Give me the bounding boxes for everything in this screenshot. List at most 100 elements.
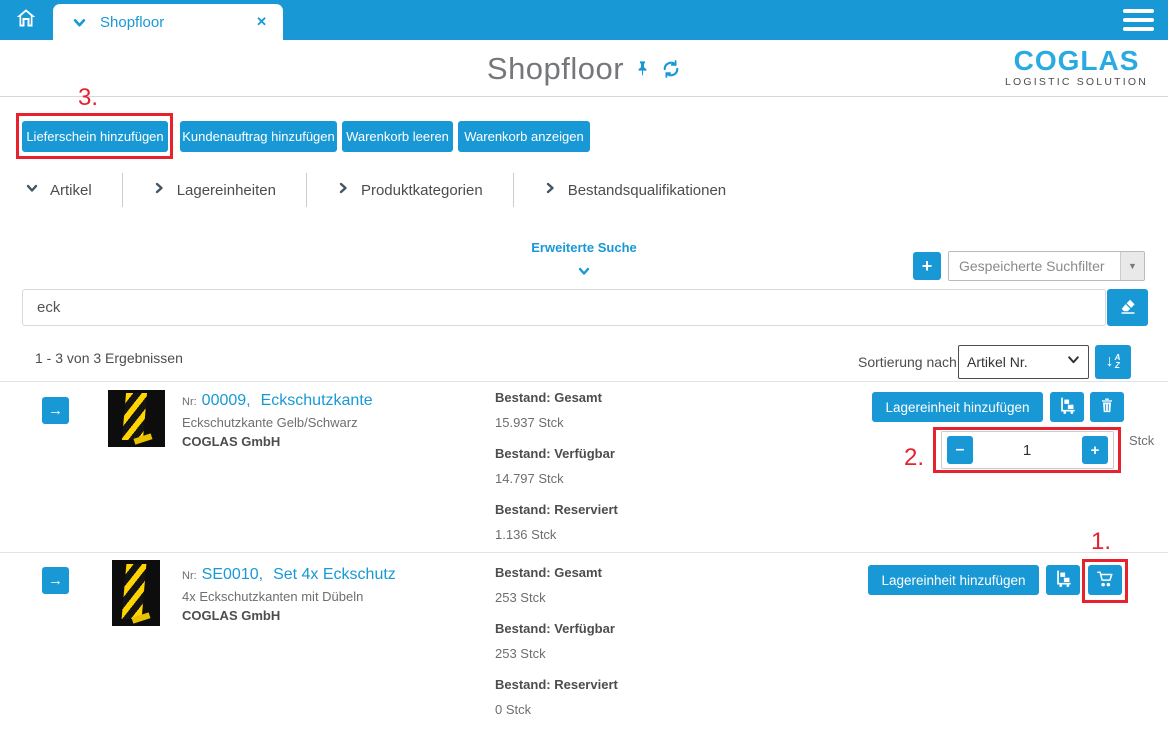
plus-icon: + (1091, 442, 1100, 459)
sort-direction-button[interactable]: ↓AZ (1095, 345, 1131, 379)
dropdown-caret-icon[interactable]: ▼ (1120, 252, 1144, 280)
chevron-down-icon (1067, 353, 1080, 371)
cart-icon (1096, 570, 1114, 591)
add-storage-unit-button[interactable]: Lagereinheit hinzufügen (868, 565, 1039, 595)
stock-value: 14.797 Stck (495, 471, 675, 486)
stock-value: 253 Stck (495, 646, 675, 661)
plus-icon: + (922, 256, 933, 277)
search-input[interactable] (22, 289, 1106, 326)
arrow-right-icon: → (48, 402, 63, 419)
tab-artikel[interactable]: Artikel (22, 181, 122, 199)
trolley-button[interactable] (1046, 565, 1080, 595)
add-customer-order-button[interactable]: Kundenauftrag hinzufügen (180, 121, 337, 152)
article-name-link[interactable]: Eckschutzkante (261, 392, 373, 410)
remove-from-cart-button[interactable] (1090, 392, 1124, 422)
article-info: Nr: 00009, Eckschutzkante Eckschutzkante… (182, 392, 373, 449)
chevron-right-icon (544, 181, 556, 199)
add-delivery-note-button[interactable]: Lieferschein hinzufügen (22, 121, 168, 152)
tab-close-icon[interactable]: ✕ (252, 12, 271, 32)
open-article-button[interactable]: → (42, 567, 69, 594)
stock-label: Bestand: Verfügbar (495, 446, 675, 461)
sort-select[interactable]: Artikel Nr. (958, 345, 1089, 379)
tab-label: Shopfloor (100, 14, 164, 31)
arrow-right-icon: → (48, 572, 63, 589)
tab-produktkategorien[interactable]: Produktkategorien (333, 181, 513, 199)
stock-value: 15.937 Stck (495, 415, 675, 430)
logo-text: COGLAS (1005, 46, 1148, 76)
stock-label: Bestand: Reserviert (495, 502, 675, 517)
article-company: COGLAS GmbH (182, 608, 396, 623)
article-image[interactable] (112, 560, 160, 626)
home-icon (14, 6, 38, 35)
trash-icon (1099, 397, 1115, 417)
quantity-input[interactable] (975, 435, 1079, 465)
stock-label: Bestand: Gesamt (495, 390, 675, 405)
article-number-link[interactable]: 00009, (202, 392, 251, 410)
sort-label: Sortierung nach (858, 354, 957, 370)
results-count: 1 - 3 von 3 Ergebnissen (35, 350, 183, 366)
quantity-decrease-button[interactable]: – (947, 436, 973, 464)
article-company: COGLAS GmbH (182, 434, 373, 449)
trolley-icon (1058, 396, 1077, 418)
clear-cart-button[interactable]: Warenkorb leeren (342, 121, 453, 152)
stock-label: Bestand: Reserviert (495, 677, 675, 692)
section-tabs: Artikel Lagereinheiten Produktkategorien… (22, 173, 756, 207)
annotation-label-1: 1. (1091, 528, 1111, 556)
article-description: 4x Eckschutzkanten mit Dübeln (182, 589, 396, 604)
stock-value: 253 Stck (495, 590, 675, 605)
shopfloor-page: Shopfloor ✕ Shopfloor COGLAS LOGISTIC SO… (0, 0, 1168, 730)
saved-filter-placeholder: Gespeicherte Suchfilter (949, 258, 1120, 274)
pin-icon[interactable] (634, 60, 651, 77)
trolley-icon (1054, 569, 1073, 591)
sort-az-icon: ↓AZ (1106, 354, 1121, 370)
home-button[interactable] (0, 0, 52, 40)
tab-bestandsqualifikationen[interactable]: Bestandsqualifikationen (540, 181, 756, 199)
page-header: Shopfloor COGLAS LOGISTIC SOLUTION (0, 40, 1168, 97)
chevron-down-icon (26, 181, 38, 199)
menu-icon[interactable] (1123, 9, 1154, 31)
unit-label: Stck (1129, 433, 1154, 448)
trolley-button[interactable] (1050, 392, 1084, 422)
tab-chevron-down-icon[interactable] (73, 16, 86, 29)
nr-label: Nr: (182, 570, 197, 582)
sort-value: Artikel Nr. (967, 354, 1067, 370)
article-name-link[interactable]: Set 4x Eckschutz (273, 566, 396, 584)
divider (513, 173, 514, 207)
stock-value: 0 Stck (495, 702, 675, 717)
tab-lagereinheiten[interactable]: Lagereinheiten (149, 181, 306, 199)
coglas-logo: COGLAS LOGISTIC SOLUTION (1005, 46, 1148, 88)
clear-search-button[interactable] (1107, 289, 1148, 326)
add-filter-button[interactable]: + (913, 252, 941, 280)
top-bar: Shopfloor ✕ (0, 0, 1168, 40)
article-description: Eckschutzkante Gelb/Schwarz (182, 415, 373, 430)
page-title: Shopfloor (487, 51, 624, 87)
open-article-button[interactable]: → (42, 397, 69, 424)
eraser-icon (1118, 296, 1138, 319)
add-to-cart-button[interactable] (1088, 565, 1122, 595)
stock-label: Bestand: Verfügbar (495, 621, 675, 636)
chevron-right-icon (337, 181, 349, 199)
tab-shopfloor[interactable]: Shopfloor ✕ (53, 4, 283, 40)
saved-filter-select[interactable]: Gespeicherte Suchfilter ▼ (948, 251, 1145, 281)
minus-icon: – (956, 441, 965, 459)
add-storage-unit-button[interactable]: Lagereinheit hinzufügen (872, 392, 1043, 422)
chevron-right-icon (153, 181, 165, 199)
divider (0, 552, 1168, 553)
divider (0, 381, 1168, 382)
article-number-link[interactable]: SE0010, (202, 566, 263, 584)
article-info: Nr: SE0010, Set 4x Eckschutz 4x Eckschut… (182, 566, 396, 623)
quantity-increase-button[interactable]: + (1082, 436, 1108, 464)
refresh-icon[interactable] (661, 59, 681, 79)
logo-subtitle: LOGISTIC SOLUTION (1005, 76, 1148, 88)
nr-label: Nr: (182, 396, 197, 408)
annotation-label-2: 2. (904, 444, 924, 472)
show-cart-button[interactable]: Warenkorb anzeigen (458, 121, 590, 152)
stock-label: Bestand: Gesamt (495, 565, 675, 580)
stock-info: Bestand: Gesamt 253 Stck Bestand: Verfüg… (495, 565, 675, 730)
annotation-label-3: 3. (78, 84, 98, 112)
stock-value: 1.136 Stck (495, 527, 675, 542)
article-image[interactable] (108, 390, 165, 447)
stock-info: Bestand: Gesamt 15.937 Stck Bestand: Ver… (495, 390, 675, 558)
divider (306, 173, 307, 207)
divider (122, 173, 123, 207)
